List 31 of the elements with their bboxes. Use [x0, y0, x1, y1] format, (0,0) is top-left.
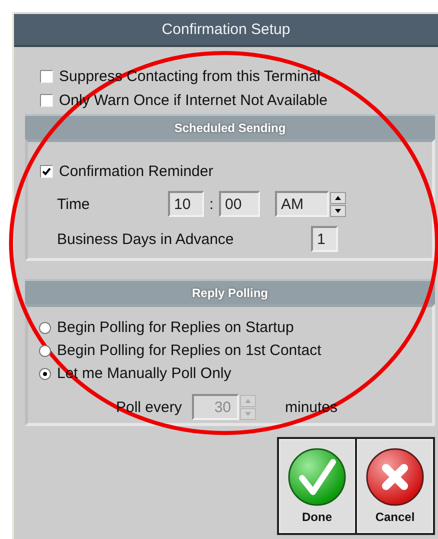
field-label: Poll every: [116, 398, 183, 416]
done-button[interactable]: Done: [279, 439, 355, 533]
radio-button[interactable]: [39, 368, 51, 380]
checkbox-label: Suppress Contacting from this Terminal: [59, 68, 321, 84]
radio-button[interactable]: [39, 344, 51, 356]
radio-button[interactable]: [39, 322, 51, 334]
days-field[interactable]: 1: [311, 226, 338, 252]
cancel-icon: [366, 448, 424, 506]
time-separator: :: [208, 196, 215, 212]
field-label: Business Days in Advance: [57, 230, 235, 248]
checkbox[interactable]: [40, 70, 53, 82]
hour-field[interactable]: 10: [168, 191, 204, 217]
radio-label: Begin Polling for Replies on Startup: [57, 319, 294, 336]
up-triangle-icon: [245, 398, 251, 402]
minute-field[interactable]: 00: [219, 191, 260, 217]
checkbox[interactable]: [40, 94, 53, 106]
spin-down-button[interactable]: [330, 204, 346, 216]
window-title: Confirmation Setup: [14, 12, 438, 47]
spin-up-button[interactable]: [330, 192, 346, 204]
checkbox[interactable]: [40, 164, 53, 178]
up-triangle-icon: [335, 196, 341, 200]
period-field[interactable]: AM: [275, 191, 329, 217]
field-label: Time: [57, 196, 91, 212]
down-triangle-icon: [245, 412, 251, 416]
section-header: Scheduled Sending: [25, 114, 435, 139]
radio-label: Begin Polling for Replies on 1st Contact: [57, 342, 322, 359]
checkbox-label: Confirmation Reminder: [59, 162, 214, 180]
cancel-button[interactable]: Cancel: [357, 439, 433, 533]
down-triangle-icon: [335, 208, 341, 212]
section-header: Reply Polling: [25, 279, 435, 304]
done-icon: [288, 448, 346, 506]
